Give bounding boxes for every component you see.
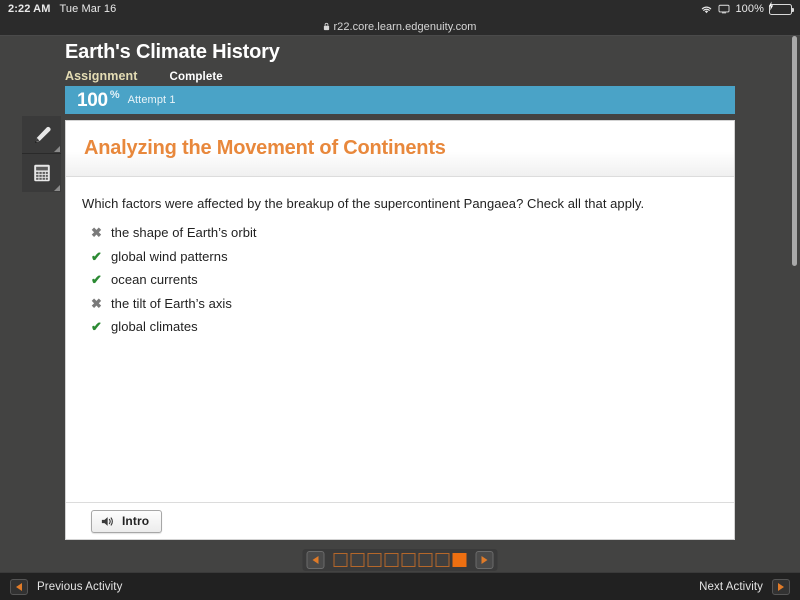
- lesson-type-label: Assignment: [65, 69, 138, 83]
- activity-nav-bar: Previous Activity Next Activity: [0, 572, 800, 600]
- cross-icon: ✖: [91, 295, 102, 311]
- lesson-status-label: Complete: [169, 71, 223, 83]
- previous-activity-label: Previous Activity: [37, 580, 123, 593]
- lesson-meta: Assignment Complete: [65, 68, 735, 85]
- check-icon: ✔: [91, 272, 102, 287]
- url-container[interactable]: r22.core.learn.edgenuity.com: [323, 21, 476, 33]
- scrollbar-thumb[interactable]: [792, 36, 797, 266]
- lesson-page: Earth's Climate History Assignment Compl…: [0, 36, 800, 572]
- pager-dot[interactable]: [401, 553, 416, 567]
- pager-dot[interactable]: [452, 553, 467, 567]
- question-text: Which factors were affected by the break…: [82, 196, 645, 211]
- choice-label: ocean currents: [111, 272, 198, 287]
- check-icon: ✔: [91, 248, 102, 264]
- arrow-left-icon: [10, 578, 28, 595]
- cross-icon: ✖: [91, 225, 102, 240]
- previous-activity-button[interactable]: Previous Activity: [10, 578, 123, 595]
- status-bar-right: 100%: [700, 0, 800, 18]
- url-text: r22.core.learn.edgenuity.com: [333, 20, 477, 33]
- check-icon: ✔: [91, 319, 102, 334]
- ios-status-bar: 2:22 AM Tue Mar 16 100%: [0, 0, 800, 18]
- intro-audio-label: Intro: [122, 514, 150, 528]
- pager-dot[interactable]: [333, 553, 348, 567]
- calculator-icon: [31, 162, 53, 184]
- status-bar-left: 2:22 AM Tue Mar 16: [0, 0, 116, 18]
- list-item[interactable]: ✔ global wind patterns: [80, 248, 716, 272]
- screen-icon: [718, 4, 730, 14]
- highlighter-tool[interactable]: [22, 116, 61, 154]
- activity-card: Analyzing the Movement of Continents Whi…: [65, 120, 735, 540]
- activity-card-body: Which factors were affected by the break…: [66, 177, 734, 503]
- list-item[interactable]: ✔ ocean currents: [80, 271, 716, 295]
- chevron-right-icon: [481, 556, 488, 564]
- score-unit: %: [109, 89, 120, 101]
- wifi-icon: [700, 4, 713, 15]
- choice-label: global wind patterns: [111, 248, 228, 264]
- choice-label: global climates: [111, 319, 198, 334]
- intro-audio-button[interactable]: Intro: [91, 509, 163, 533]
- choice-label: the tilt of Earth’s axis: [111, 295, 232, 311]
- lock-icon: [323, 22, 330, 31]
- choice-list: ✖ the shape of Earth’s orbit ✔ global wi…: [80, 224, 716, 342]
- battery-charging-icon: [768, 1, 794, 15]
- list-item[interactable]: ✖ the shape of Earth’s orbit: [80, 224, 716, 248]
- list-item[interactable]: ✖ the tilt of Earth’s axis: [80, 295, 716, 319]
- calculator-tool[interactable]: [22, 154, 61, 192]
- speaker-icon: [101, 515, 115, 528]
- activity-card-footer: Intro: [66, 502, 734, 539]
- tablet-screen: 2:22 AM Tue Mar 16 100% r22.core.learn.e…: [0, 0, 800, 600]
- choice-label: the shape of Earth’s orbit: [111, 225, 257, 240]
- page-scrollbar[interactable]: [792, 36, 797, 572]
- pager-dot[interactable]: [367, 553, 382, 567]
- next-activity-label: Next Activity: [699, 580, 763, 593]
- list-item[interactable]: ✔ global climates: [80, 318, 716, 342]
- pager-dot[interactable]: [350, 553, 365, 567]
- status-time: 2:22 AM: [8, 3, 51, 15]
- attempt-label: Attempt 1: [127, 94, 176, 106]
- pager-prev-button[interactable]: [306, 551, 325, 569]
- pager-next-button[interactable]: [475, 551, 494, 569]
- tool-rail: [22, 116, 61, 192]
- pager-dot-list: [333, 553, 467, 567]
- slide-pager: [302, 549, 498, 571]
- activity-card-header: Analyzing the Movement of Continents: [66, 121, 734, 177]
- score-value: 100: [77, 89, 108, 111]
- chevron-left-icon: [312, 556, 319, 564]
- pencil-icon: [31, 124, 53, 146]
- pager-dot[interactable]: [418, 553, 433, 567]
- browser-divider: [0, 35, 800, 36]
- arrow-right-icon: [772, 578, 790, 595]
- battery-percent: 100%: [735, 3, 764, 15]
- status-date: Tue Mar 16: [59, 3, 117, 15]
- pager-dot[interactable]: [384, 553, 399, 567]
- activity-title: Analyzing the Movement of Continents: [84, 137, 446, 159]
- pager-dot[interactable]: [435, 553, 450, 567]
- next-activity-button[interactable]: Next Activity: [699, 578, 790, 595]
- score-bar: 100 % Attempt 1: [65, 86, 735, 114]
- browser-url-bar[interactable]: r22.core.learn.edgenuity.com: [0, 18, 800, 35]
- page-title: Earth's Climate History: [65, 41, 280, 63]
- lesson-header: Earth's Climate History Assignment Compl…: [65, 40, 735, 85]
